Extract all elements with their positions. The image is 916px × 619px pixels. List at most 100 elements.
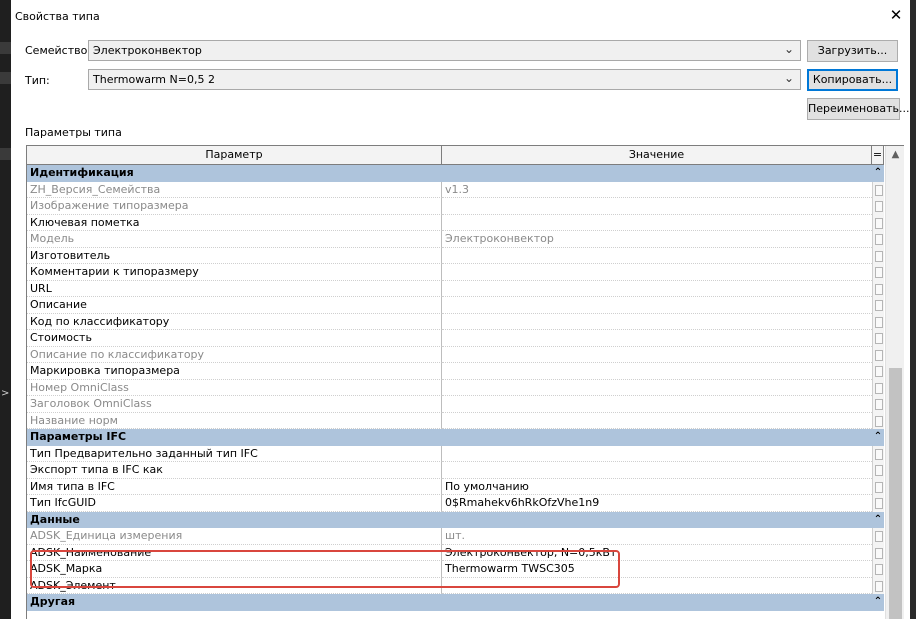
parameter-row[interactable]: Имя типа в IFC По умолчанию: [27, 478, 884, 495]
collapse-icon[interactable]: ⌃: [872, 429, 884, 446]
parameter-value[interactable]: Thermowarm TWSC305: [442, 561, 872, 578]
associate-parameter-button[interactable]: [872, 412, 884, 429]
parameter-name: Тип IfcGUID: [27, 495, 442, 512]
family-value: Электроконвектор: [93, 44, 202, 57]
parameter-value[interactable]: [442, 281, 872, 297]
associate-parameter-button[interactable]: [872, 396, 884, 413]
associate-parameter-button[interactable]: [872, 528, 884, 545]
parameter-row[interactable]: Описание: [27, 297, 884, 314]
scroll-up-icon[interactable]: ▲: [886, 146, 904, 164]
associate-parameter-button[interactable]: [872, 181, 884, 198]
parameter-name: Имя типа в IFC: [27, 478, 442, 495]
column-header-formula[interactable]: =: [872, 146, 884, 165]
parameter-row[interactable]: Изготовитель: [27, 247, 884, 264]
associate-parameter-icon: [875, 465, 883, 476]
close-icon[interactable]: ✕: [886, 5, 906, 25]
parameter-row[interactable]: URL: [27, 280, 884, 297]
associate-parameter-button[interactable]: [872, 280, 884, 297]
parameter-row[interactable]: Комментарии к типоразмеру: [27, 264, 884, 281]
associate-parameter-icon: [875, 448, 883, 460]
load-button[interactable]: Загрузить...: [807, 40, 898, 62]
associate-parameter-button[interactable]: [872, 363, 884, 380]
collapse-icon[interactable]: ⌃: [872, 512, 884, 529]
parameter-row[interactable]: Код по классификатору: [27, 313, 884, 330]
parameter-row[interactable]: ADSK_Марка Thermowarm TWSC305: [27, 561, 884, 578]
parameter-name: Название норм: [27, 412, 442, 429]
associate-parameter-button[interactable]: [872, 247, 884, 264]
parameter-row[interactable]: Модель Электроконвектор: [27, 231, 884, 248]
parameter-row[interactable]: ADSK_Элемент: [27, 577, 884, 594]
collapse-icon[interactable]: ⌃: [872, 165, 884, 182]
parameter-row[interactable]: Экспорт типа в IFC как: [27, 462, 884, 479]
parameter-name: ADSK_Наименование: [27, 544, 442, 561]
associate-parameter-button[interactable]: [872, 445, 884, 462]
chevron-down-icon: ⌄: [783, 71, 794, 85]
associate-parameter-button[interactable]: [872, 379, 884, 396]
associate-parameter-button[interactable]: [872, 330, 884, 347]
rename-button[interactable]: Переименовать...: [807, 98, 910, 120]
parameter-row[interactable]: Изображение типоразмера: [27, 198, 884, 215]
type-parameters-label: Параметры типа: [25, 126, 122, 139]
parameter-value[interactable]: [442, 330, 872, 347]
parameter-row[interactable]: Номер OmniClass: [27, 379, 884, 396]
vertical-scrollbar[interactable]: ▲: [885, 146, 904, 619]
group-header[interactable]: Другая ⌃: [27, 594, 884, 611]
associate-parameter-icon: [875, 498, 883, 509]
associate-parameter-button[interactable]: [872, 231, 884, 248]
associate-parameter-button[interactable]: [872, 544, 884, 561]
parameter-value[interactable]: По умолчанию: [442, 479, 872, 495]
associate-parameter-icon: [875, 547, 883, 559]
parameter-value[interactable]: 0$Rmahekv6hRkOfzVhe1n9: [442, 495, 872, 512]
associate-parameter-button[interactable]: [872, 264, 884, 281]
parameter-row[interactable]: Заголовок OmniClass: [27, 396, 884, 413]
parameter-name: Тип Предварительно заданный тип IFC: [27, 445, 442, 462]
parameter-row[interactable]: Тип Предварительно заданный тип IFC: [27, 445, 884, 462]
parameter-value[interactable]: Электроконвектор, N=0,5кВт: [442, 545, 872, 561]
parameter-row[interactable]: ADSK_Наименование Электроконвектор, N=0,5…: [27, 544, 884, 561]
parameter-value[interactable]: [442, 446, 872, 462]
associate-parameter-button[interactable]: [872, 297, 884, 314]
family-label: Семейство:: [25, 44, 92, 57]
associate-parameter-button[interactable]: [872, 561, 884, 578]
group-header[interactable]: Идентификация ⌃: [27, 165, 884, 182]
associate-parameter-button[interactable]: [872, 577, 884, 594]
parameter-value[interactable]: [442, 264, 872, 281]
parameter-value[interactable]: [442, 462, 872, 479]
column-header-parameter[interactable]: Параметр: [27, 146, 442, 165]
parameter-row[interactable]: Описание по классификатору: [27, 346, 884, 363]
parameter-row[interactable]: Ключевая пометка: [27, 214, 884, 231]
parameter-row[interactable]: ADSK_Единица измерения шт.: [27, 528, 884, 545]
parameter-value: [442, 347, 872, 363]
group-header[interactable]: Данные ⌃: [27, 511, 884, 529]
parameter-value[interactable]: [442, 363, 872, 380]
parameter-value[interactable]: [442, 248, 872, 264]
associate-parameter-button[interactable]: [872, 313, 884, 330]
associate-parameter-button[interactable]: [872, 214, 884, 231]
associate-parameter-button[interactable]: [872, 478, 884, 495]
column-header-value[interactable]: Значение: [442, 146, 872, 165]
parameter-row[interactable]: Маркировка типоразмера: [27, 363, 884, 380]
associate-parameter-button[interactable]: [872, 198, 884, 215]
parameter-value[interactable]: [442, 215, 872, 231]
parameter-row[interactable]: Название норм: [27, 412, 884, 429]
family-select[interactable]: Электроконвектор ⌄: [88, 40, 801, 61]
scrollbar-thumb[interactable]: [889, 368, 902, 619]
associate-parameter-button[interactable]: [872, 462, 884, 479]
parameter-value[interactable]: [442, 314, 872, 330]
collapse-icon[interactable]: ⌃: [872, 594, 884, 611]
parameter-row[interactable]: Стоимость: [27, 330, 884, 347]
parameter-value[interactable]: [442, 297, 872, 314]
parameter-name: Стоимость: [27, 330, 442, 347]
parameter-name: ADSK_Марка: [27, 561, 442, 578]
parameter-row[interactable]: ZH_Версия_Семейства v1.3: [27, 181, 884, 198]
associate-parameter-icon: [875, 201, 883, 212]
associate-parameter-button[interactable]: [872, 495, 884, 512]
associate-parameter-button[interactable]: [872, 346, 884, 363]
type-select[interactable]: Thermowarm N=0,5 2 ⌄: [88, 69, 801, 90]
group-header[interactable]: Параметры IFC ⌃: [27, 429, 884, 446]
chevron-down-icon: ⌄: [783, 42, 794, 56]
copy-button[interactable]: Копировать...: [807, 69, 898, 91]
parameter-row[interactable]: Тип IfcGUID 0$Rmahekv6hRkOfzVhe1n9: [27, 495, 884, 512]
associate-parameter-icon: [875, 283, 883, 295]
parameter-value[interactable]: [442, 578, 872, 594]
